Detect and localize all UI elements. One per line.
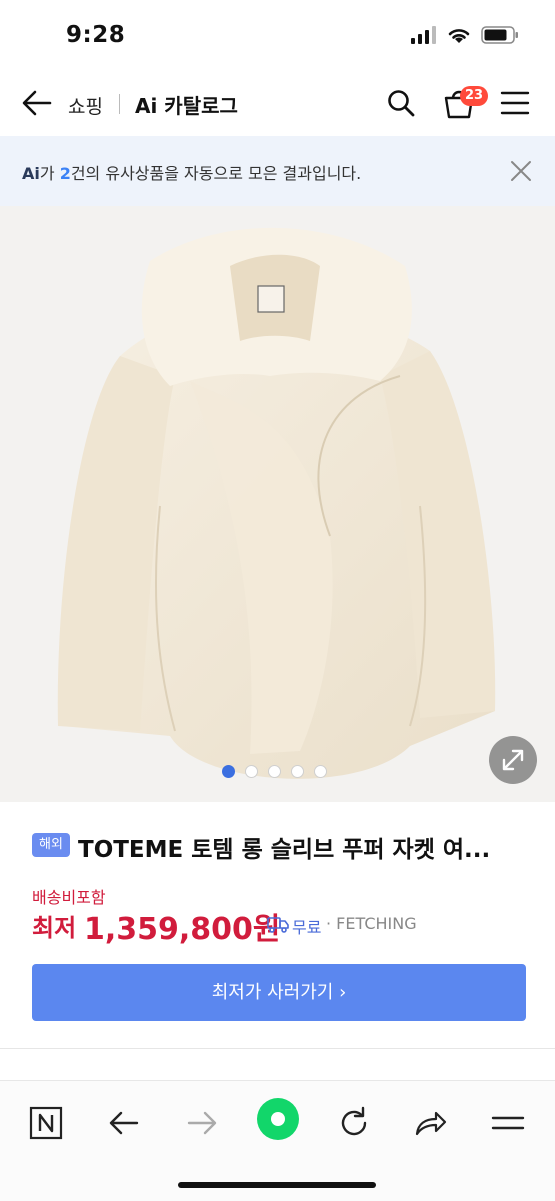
- puffer-jacket-illustration: [57, 227, 496, 779]
- banner-text-part2: 건의 유사상품을 자동으로 모은 결과입니다.: [70, 164, 362, 183]
- truck-icon: [267, 917, 289, 933]
- cart-count-badge: 23: [460, 86, 488, 106]
- browser-back-icon[interactable]: [106, 1105, 142, 1141]
- lowest-price-label: 최저: [32, 914, 77, 942]
- breadcrumb-divider: [119, 94, 120, 114]
- price-value: 1,359,800원: [84, 912, 281, 947]
- close-icon[interactable]: [508, 158, 534, 184]
- pagination-dot-1[interactable]: [222, 765, 235, 778]
- pagination-dot-3[interactable]: [268, 765, 281, 778]
- banner-text-part1: 가: [39, 164, 60, 183]
- refresh-icon[interactable]: [336, 1105, 372, 1141]
- back-arrow-icon[interactable]: [20, 86, 54, 120]
- battery-icon: [481, 26, 518, 44]
- ai-logo: Ai: [22, 164, 40, 183]
- image-pagination: [222, 765, 327, 778]
- pagination-dot-5[interactable]: [314, 765, 327, 778]
- expand-icon: [502, 749, 524, 771]
- expand-image-button[interactable]: [489, 736, 537, 784]
- wifi-icon: [448, 29, 470, 43]
- ai-result-banner: Ai가 2건의 유사상품을 자동으로 모은 결과입니다.: [0, 136, 555, 206]
- seller-name: · FETCHING: [326, 914, 417, 933]
- product-image[interactable]: [0, 206, 555, 802]
- pagination-dot-4[interactable]: [291, 765, 304, 778]
- top-nav: 쇼핑 Ai 카탈로그 23: [0, 72, 555, 136]
- banner-count: 2: [59, 164, 71, 183]
- buy-lowest-price-button[interactable]: 최저가 사러가기 ›: [32, 964, 526, 1021]
- section-divider: [0, 1048, 555, 1049]
- status-bar: 9:28: [0, 0, 555, 72]
- banner-message: Ai가 2건의 유사상품을 자동으로 모은 결과입니다.: [22, 160, 361, 184]
- free-shipping-label: 무료: [292, 918, 322, 937]
- search-icon[interactable]: [386, 88, 416, 118]
- breadcrumb-shop[interactable]: 쇼핑: [68, 92, 103, 119]
- pagination-dot-2[interactable]: [245, 765, 258, 778]
- home-indicator: [178, 1182, 376, 1188]
- green-dot-icon[interactable]: [256, 1097, 300, 1141]
- naver-home-icon[interactable]: [28, 1105, 64, 1141]
- browser-forward-icon[interactable]: [184, 1105, 220, 1141]
- product-title: TOTEME 토템 롱 슬리브 푸퍼 자켓 여...: [78, 837, 491, 863]
- status-time: 9:28: [66, 22, 126, 48]
- hamburger-menu-icon[interactable]: [500, 90, 530, 116]
- signal-icon: [411, 26, 436, 44]
- menu-lines-icon[interactable]: [490, 1105, 526, 1141]
- status-icons: [411, 26, 519, 44]
- overseas-tag: 해외: [32, 833, 70, 857]
- share-icon[interactable]: [412, 1105, 448, 1141]
- breadcrumb-ai-catalog[interactable]: Ai 카탈로그: [135, 90, 238, 119]
